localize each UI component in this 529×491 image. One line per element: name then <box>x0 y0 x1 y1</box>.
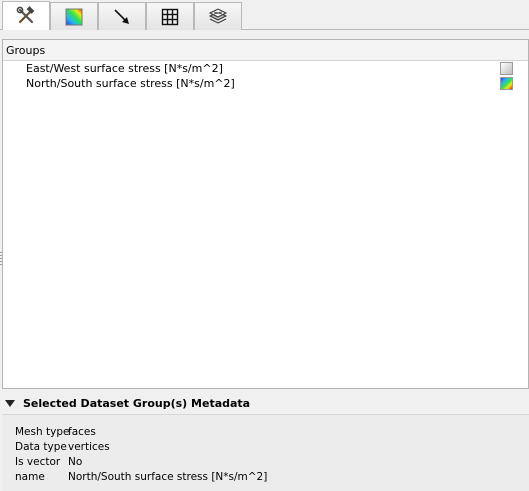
groups-header: Groups <box>3 40 528 61</box>
metadata-title: Selected Dataset Group(s) Metadata <box>23 396 251 410</box>
metadata-key: Data type <box>15 441 67 453</box>
tab-vectors[interactable] <box>98 2 146 30</box>
metadata-body: Mesh typefaces Data typevertices Is vect… <box>2 414 529 491</box>
layer-stack-icon <box>208 7 228 26</box>
metadata-key: name <box>15 471 45 483</box>
metadata-row: Mesh typefaces <box>2 425 529 440</box>
metadata-row: Is vector No <box>2 455 529 470</box>
color-ramp-icon <box>65 8 83 26</box>
group-item-label: East/West surface stress [N*s/m^2] <box>26 62 223 75</box>
metadata-key: Mesh type <box>15 426 70 438</box>
tab-mesh[interactable] <box>146 2 194 30</box>
metadata-value: vertices <box>68 441 110 453</box>
metadata-row: Data typevertices <box>2 440 529 455</box>
tab-bar <box>0 0 529 30</box>
color-ramp-icon[interactable] <box>500 77 513 90</box>
metadata-key: Is vector <box>15 456 61 468</box>
vector-arrow-icon <box>113 8 131 26</box>
group-item-east-west-stress[interactable]: East/West surface stress [N*s/m^2] <box>3 61 528 76</box>
collapse-triangle-icon[interactable] <box>5 399 15 407</box>
tab-general[interactable] <box>2 1 50 30</box>
tab-rendering[interactable] <box>194 2 242 30</box>
mesh-grid-icon <box>161 8 179 26</box>
metadata-value: faces <box>68 426 96 438</box>
tab-contours[interactable] <box>50 2 98 30</box>
group-item-label: North/South surface stress [N*s/m^2] <box>26 77 235 90</box>
groups-tree[interactable]: Groups East/West surface stress [N*s/m^2… <box>2 39 529 389</box>
splitter-handle[interactable] <box>0 252 2 266</box>
group-item-north-south-stress[interactable]: North/South surface stress [N*s/m^2] <box>3 76 528 91</box>
metadata-header[interactable]: Selected Dataset Group(s) Metadata <box>0 392 529 414</box>
metadata-row: name North/South surface stress [N*s/m^2] <box>2 470 529 485</box>
gray-ramp-icon[interactable] <box>500 62 513 75</box>
metadata-value: North/South surface stress [N*s/m^2] <box>68 471 268 483</box>
metadata-section: Selected Dataset Group(s) Metadata Mesh … <box>0 392 529 491</box>
hammer-wrench-icon <box>16 6 36 26</box>
metadata-value: No <box>68 456 83 468</box>
